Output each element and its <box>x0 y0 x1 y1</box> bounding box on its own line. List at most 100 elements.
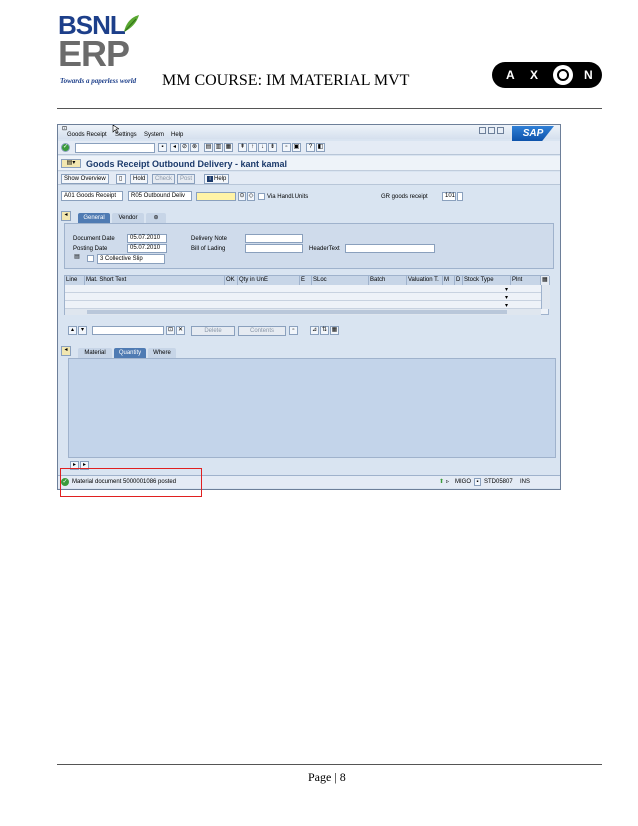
item-options-icon[interactable]: ▫ <box>289 326 298 335</box>
find-next-icon[interactable]: ▦ <box>224 143 233 152</box>
table-row[interactable] <box>65 301 550 309</box>
axon-letter-x: X <box>530 68 539 82</box>
contents-button[interactable]: Contents <box>238 326 286 336</box>
grid-settings-icon[interactable]: ▦ <box>541 276 550 285</box>
posting-date-input[interactable]: 05.07.2010 <box>127 244 167 253</box>
row-dropdown-icon[interactable]: ▾ <box>505 286 508 293</box>
find-item-icon[interactable]: ⊡ <box>166 326 175 335</box>
layout-icon[interactable]: ◧ <box>316 143 325 152</box>
action-select[interactable]: A01 Goods Receipt <box>61 191 123 201</box>
last-item-icon[interactable]: ▾ <box>78 326 87 335</box>
help-button[interactable]: i Help <box>204 174 230 184</box>
table-row[interactable] <box>65 285 550 293</box>
posting-date-label: Posting Date <box>73 246 108 252</box>
document-icon[interactable]: ▯ <box>116 174 126 184</box>
grid-header-d[interactable]: D <box>455 276 463 285</box>
grid-header-plnt[interactable]: Plnt <box>511 276 541 285</box>
menu-help[interactable]: Help <box>171 132 183 138</box>
sap-logo: SAP <box>512 126 554 142</box>
menu-bar: ⊡ Goods Receipt Settings System Help SAP <box>58 125 560 142</box>
status-mode: INS <box>520 479 531 485</box>
first-page-icon[interactable]: ⇞ <box>238 143 247 152</box>
page-number: Page | 8 <box>308 770 346 784</box>
save-icon[interactable]: ▪ <box>158 143 167 152</box>
tab-where[interactable]: Where <box>148 348 176 358</box>
shortcut-icon[interactable]: ▣ <box>292 143 301 152</box>
print-icon[interactable]: ▤ <box>204 143 213 152</box>
reference-select[interactable]: R05 Outbound Deliv <box>128 191 192 201</box>
header-text-input[interactable] <box>345 244 435 253</box>
document-date-input[interactable]: 05.07.2010 <box>127 234 167 243</box>
tab-vendor[interactable]: Vendor <box>112 213 144 223</box>
grid-horizontal-scrollbar[interactable] <box>65 309 541 315</box>
grid-header-line[interactable]: Line <box>65 276 85 285</box>
exit-icon[interactable]: ⊘ <box>180 143 189 152</box>
last-page-icon[interactable]: ⇟ <box>268 143 277 152</box>
enter-icon[interactable]: ✓ <box>61 143 70 152</box>
movement-type-field[interactable]: 101 <box>442 192 456 201</box>
delivery-note-input[interactable] <box>245 234 303 243</box>
grid-scroll-thumb[interactable] <box>87 310 507 314</box>
grid-header-m[interactable]: M <box>443 276 455 285</box>
find-icon[interactable]: ▥ <box>214 143 223 152</box>
grid-header-stock-type[interactable]: Stock Type <box>463 276 511 285</box>
tab-quantity[interactable]: Quantity <box>114 348 146 358</box>
slip-select[interactable]: 3 Collective Slip <box>97 254 165 264</box>
menu-goods-receipt[interactable]: Goods Receipt <box>67 132 107 138</box>
bill-of-lading-input[interactable] <box>245 244 303 253</box>
via-handl-units-checkbox[interactable] <box>258 193 265 200</box>
title-bar: ▤▾ Goods Receipt Outbound Delivery - kan… <box>58 156 560 171</box>
axon-letter-a: A <box>506 68 515 82</box>
cancel-icon[interactable]: ⊗ <box>190 143 199 152</box>
print-checkbox[interactable] <box>87 255 94 262</box>
grid-header-mat-short-text[interactable]: Mat. Short Text <box>85 276 225 285</box>
reference-number-input[interactable] <box>196 192 236 201</box>
mouse-pointer-icon <box>112 125 119 133</box>
maximize-icon[interactable] <box>488 127 495 134</box>
help-icon[interactable]: ? <box>306 143 315 152</box>
export-icon[interactable]: ▦ <box>330 326 339 335</box>
grid-header-ok[interactable]: OK <box>225 276 238 285</box>
tab-more-icon[interactable]: ⊛ <box>146 213 166 223</box>
standard-toolbar: ✓ ▪ ◂ ⊘ ⊗ ▤ ▥ ▦ ⇞ ↑ ↓ ⇟ ▫ ▣ ? ◧ <box>58 141 560 155</box>
close-icon[interactable] <box>497 127 504 134</box>
grid-header-e[interactable]: E <box>300 276 312 285</box>
new-session-icon[interactable]: ▫ <box>282 143 291 152</box>
delete-button[interactable]: Delete <box>191 326 235 336</box>
show-overview-button[interactable]: Show Overview <box>61 174 109 184</box>
grid-header-batch[interactable]: Batch <box>369 276 407 285</box>
first-item-icon[interactable]: ▴ <box>68 326 77 335</box>
movement-type-suffix[interactable] <box>457 192 463 201</box>
prev-page-icon[interactable]: ↑ <box>248 143 257 152</box>
collapse-detail-icon[interactable]: ◂ <box>61 346 71 356</box>
row-dropdown-icon[interactable]: ▾ <box>505 294 508 301</box>
collapse-header-icon[interactable]: ◂ <box>61 211 71 221</box>
minimize-icon[interactable] <box>479 127 486 134</box>
status-arrow-icon[interactable]: ▹ <box>446 478 449 485</box>
command-field[interactable] <box>75 143 155 153</box>
hold-button[interactable]: Hold <box>130 174 149 184</box>
screen-variant-icon[interactable]: ▤▾ <box>61 159 81 168</box>
grid-header-qty[interactable]: Qty in UnE <box>238 276 300 285</box>
grid-vertical-scrollbar[interactable] <box>541 285 550 309</box>
item-search-field[interactable] <box>92 326 164 335</box>
grid-header-valuation[interactable]: Valuation T. <box>407 276 443 285</box>
next-page-icon[interactable]: ↓ <box>258 143 267 152</box>
tab-material[interactable]: Material <box>78 348 112 358</box>
check-button[interactable]: Check <box>152 174 176 184</box>
delete-row-icon[interactable]: ✕ <box>176 326 185 335</box>
print-slip-icon[interactable]: ▤ <box>73 254 81 263</box>
sort-icon[interactable]: ⇅ <box>320 326 329 335</box>
execute-icon[interactable]: ◇ <box>247 192 255 201</box>
tab-general[interactable]: General <box>78 213 110 223</box>
filter-icon[interactable]: ⊿ <box>310 326 319 335</box>
grid-header-sloc[interactable]: SLoc <box>312 276 369 285</box>
menu-system[interactable]: System <box>144 132 164 138</box>
row-dropdown-icon[interactable]: ▾ <box>505 302 508 309</box>
via-handl-units-label: Via Handl.Units <box>267 194 309 200</box>
server-icon[interactable]: ▪ <box>474 478 481 486</box>
post-button[interactable]: Post <box>177 174 196 184</box>
search-icon[interactable]: ⊙ <box>238 192 246 201</box>
back-icon[interactable]: ◂ <box>170 143 179 152</box>
table-row[interactable] <box>65 293 550 301</box>
